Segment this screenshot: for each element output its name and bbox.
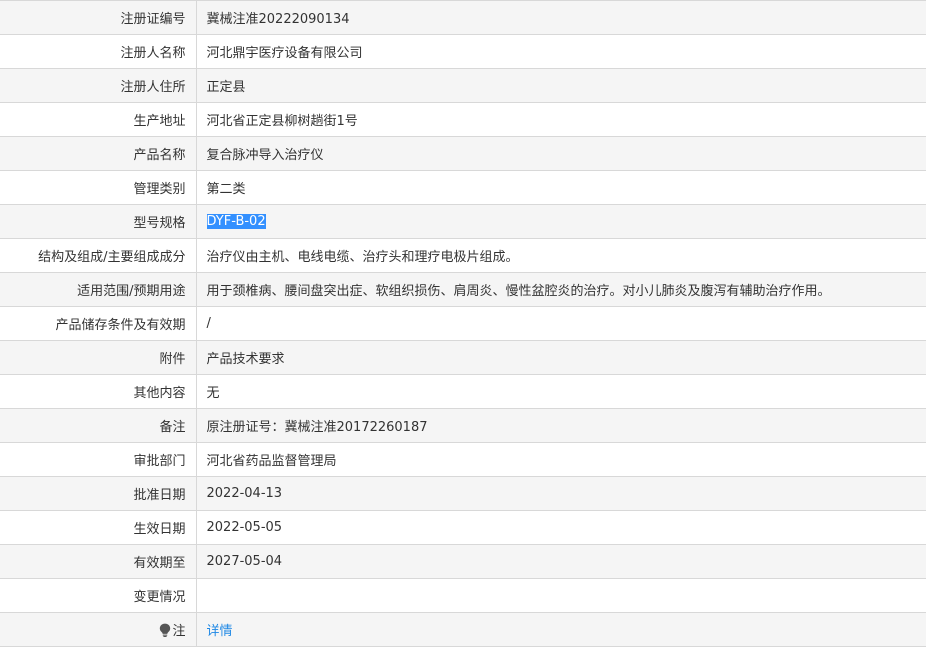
- table-row: 产品储存条件及有效期 /: [0, 306, 926, 341]
- table-row: 注册人名称 河北鼎宇医疗设备有限公司: [0, 34, 926, 69]
- row-value-effective-date: 2022-05-05: [196, 510, 926, 545]
- row-label-note: 注: [0, 612, 197, 647]
- row-label-storage-validity: 产品储存条件及有效期: [0, 306, 197, 341]
- selected-text[interactable]: DYF-B-02: [206, 214, 266, 229]
- row-value-registrant-name: 河北鼎宇医疗设备有限公司: [196, 34, 926, 69]
- row-value-other-content: 无: [196, 374, 926, 409]
- table-row: 产品名称 复合脉冲导入治疗仪: [0, 136, 926, 171]
- row-label-model-spec: 型号规格: [0, 204, 197, 239]
- row-value-storage-validity: /: [196, 306, 926, 341]
- note-label: 注: [172, 624, 186, 639]
- row-label-registrant-address: 注册人住所: [0, 68, 197, 103]
- row-label-intended-use: 适用范围/预期用途: [0, 272, 197, 307]
- row-value-product-name: 复合脉冲导入治疗仪: [196, 136, 926, 171]
- row-value-registrant-address: 正定县: [196, 68, 926, 103]
- table-row: 适用范围/预期用途 用于颈椎病、腰间盘突出症、软组织损伤、肩周炎、慢性盆腔炎的治…: [0, 272, 926, 307]
- detail-table: 注册证编号 冀械注准20222090134 注册人名称 河北鼎宇医疗设备有限公司…: [0, 0, 926, 647]
- row-label-management-category: 管理类别: [0, 170, 197, 205]
- table-row: 备注 原注册证号：冀械注准20172260187: [0, 408, 926, 443]
- table-row: 审批部门 河北省药品监督管理局: [0, 442, 926, 477]
- row-value-approval-date: 2022-04-13: [196, 476, 926, 511]
- table-row: 有效期至 2027-05-04: [0, 544, 926, 579]
- table-row: 结构及组成/主要组成成分 治疗仪由主机、电线电缆、治疗头和理疗电极片组成。: [0, 238, 926, 273]
- row-label-registrant-name: 注册人名称: [0, 34, 197, 69]
- row-label-production-address: 生产地址: [0, 102, 197, 137]
- table-row: 附件 产品技术要求: [0, 340, 926, 375]
- row-value-remarks: 原注册证号：冀械注准20172260187: [196, 408, 926, 443]
- row-value-management-category: 第二类: [196, 170, 926, 205]
- table-row: 批准日期 2022-04-13: [0, 476, 926, 511]
- row-value-intended-use: 用于颈椎病、腰间盘突出症、软组织损伤、肩周炎、慢性盆腔炎的治疗。对小儿肺炎及腹泻…: [196, 272, 926, 307]
- row-label-structure-composition: 结构及组成/主要组成成分: [0, 238, 197, 273]
- row-value-registration-number: 冀械注准20222090134: [196, 0, 926, 35]
- lightbulb-icon: [159, 623, 171, 637]
- table-row: 注册证编号 冀械注准20222090134: [0, 0, 926, 35]
- row-label-change-status: 变更情况: [0, 578, 197, 613]
- row-value-valid-until: 2027-05-04: [196, 544, 926, 579]
- table-row: 型号规格 DYF-B-02: [0, 204, 926, 239]
- row-value-approval-department: 河北省药品监督管理局: [196, 442, 926, 477]
- row-value-note: 详情: [196, 612, 926, 647]
- table-row: 生产地址 河北省正定县柳树趟街1号: [0, 102, 926, 137]
- details-link[interactable]: 详情: [207, 624, 233, 639]
- row-value-structure-composition: 治疗仪由主机、电线电缆、治疗头和理疗电极片组成。: [196, 238, 926, 273]
- table-row: 注册人住所 正定县: [0, 68, 926, 103]
- row-label-registration-number: 注册证编号: [0, 0, 197, 35]
- row-label-effective-date: 生效日期: [0, 510, 197, 545]
- table-row: 变更情况: [0, 578, 926, 613]
- row-label-product-name: 产品名称: [0, 136, 197, 171]
- row-label-valid-until: 有效期至: [0, 544, 197, 579]
- row-label-remarks: 备注: [0, 408, 197, 443]
- row-value-change-status: [196, 578, 926, 613]
- row-value-production-address: 河北省正定县柳树趟街1号: [196, 102, 926, 137]
- table-row: 注 详情: [0, 612, 926, 647]
- table-row: 管理类别 第二类: [0, 170, 926, 205]
- row-label-approval-date: 批准日期: [0, 476, 197, 511]
- table-row: 其他内容 无: [0, 374, 926, 409]
- row-value-attachment: 产品技术要求: [196, 340, 926, 375]
- row-label-approval-department: 审批部门: [0, 442, 197, 477]
- row-label-other-content: 其他内容: [0, 374, 197, 409]
- table-row: 生效日期 2022-05-05: [0, 510, 926, 545]
- row-value-model-spec[interactable]: DYF-B-02: [196, 204, 926, 239]
- row-label-attachment: 附件: [0, 340, 197, 375]
